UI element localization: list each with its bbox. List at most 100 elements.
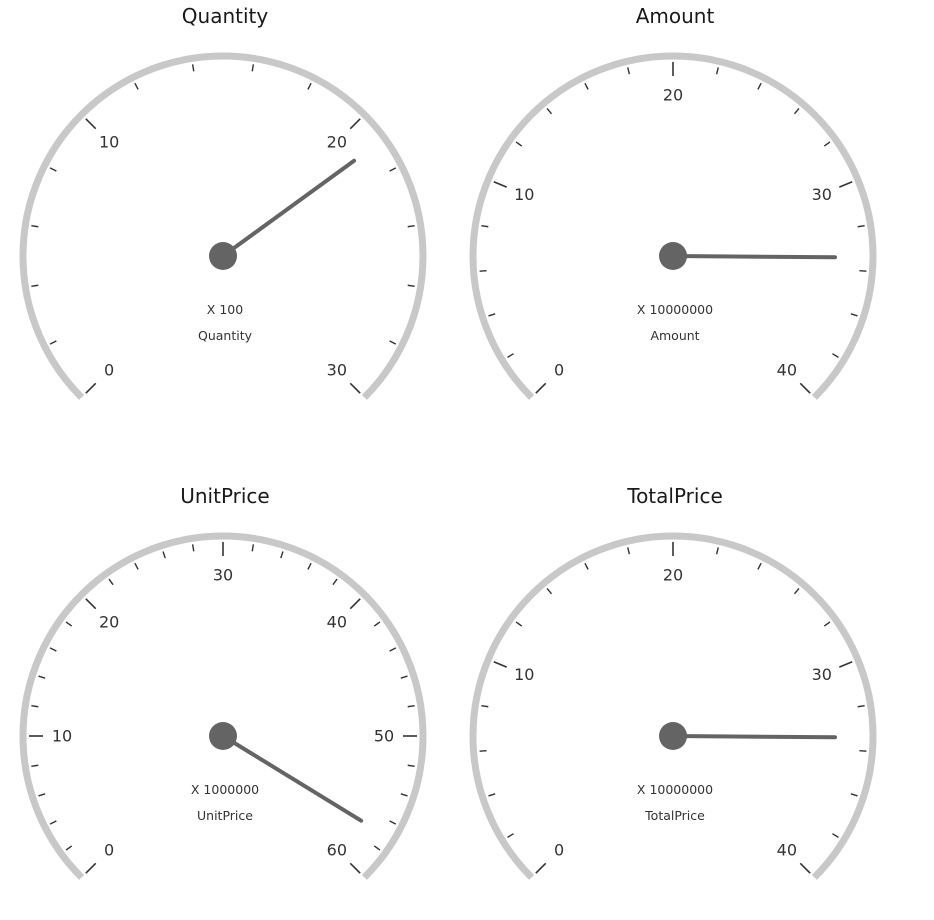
minor-tick (546, 108, 553, 115)
tick-label: 40 (777, 360, 797, 379)
tick-label: 30 (812, 185, 832, 204)
minor-tick (307, 82, 312, 90)
minor-tick (407, 284, 415, 288)
gauge-label: UnitPrice (197, 808, 253, 823)
gauge-quantity: Quantity 0 10 20 30 X 100 Quantity (0, 0, 450, 440)
major-tick (349, 382, 361, 394)
minor-tick (715, 547, 719, 555)
tick-label: 0 (104, 840, 114, 859)
gauge-dial: 0 10 20 30 40 (469, 532, 877, 880)
minor-tick (515, 141, 523, 147)
minor-tick (389, 167, 397, 172)
minor-tick (859, 269, 867, 272)
minor-tick (49, 167, 57, 172)
needle-hub (209, 722, 237, 750)
major-tick (349, 598, 361, 610)
minor-tick (251, 64, 255, 72)
minor-tick (584, 562, 589, 570)
minor-tick (407, 764, 415, 768)
tick-label: 40 (777, 840, 797, 859)
major-tick (838, 661, 853, 668)
minor-tick (407, 224, 415, 228)
minor-tick (49, 647, 57, 652)
minor-tick (715, 67, 719, 75)
gauge-multiplier: X 1000000 (190, 782, 260, 797)
minor-tick (479, 269, 487, 272)
minor-tick (162, 551, 166, 559)
minor-tick (793, 588, 800, 595)
tick-label: 20 (663, 86, 683, 105)
major-tick (349, 118, 361, 130)
minor-tick (31, 284, 39, 288)
minor-tick (389, 647, 397, 652)
minor-tick (191, 64, 195, 72)
needle-hub (659, 242, 687, 270)
gauge-multiplier: X 100 (206, 302, 244, 317)
minor-tick (757, 82, 762, 90)
minor-tick (823, 621, 831, 627)
tick-label: 20 (99, 613, 119, 632)
major-tick (799, 382, 811, 394)
gauge-dial: 0 10 20 30 (19, 52, 427, 400)
minor-tick (859, 749, 867, 752)
minor-tick (373, 621, 381, 627)
minor-tick (38, 675, 46, 679)
minor-tick (407, 704, 415, 708)
gauge-multiplier: X 10000000 (636, 302, 714, 317)
minor-tick (832, 833, 839, 838)
minor-tick (857, 224, 865, 228)
gauge-rim (19, 52, 427, 400)
minor-tick (627, 547, 631, 555)
tick-label: 10 (99, 133, 119, 152)
minor-tick (481, 224, 489, 228)
gauge-needle (671, 254, 837, 260)
gauge-label: TotalPrice (645, 808, 705, 823)
major-tick (85, 862, 97, 874)
gauge-dial: 0 10 20 30 40 (469, 52, 877, 400)
gauge-dial: 0 10 20 30 40 50 60 (19, 532, 427, 880)
tick-label: 20 (327, 133, 347, 152)
gauge-multiplier: X 10000000 (636, 782, 714, 797)
minor-tick (832, 353, 839, 358)
gauge-rim (469, 52, 877, 400)
tick-label: 30 (327, 360, 347, 379)
minor-tick (757, 562, 762, 570)
minor-tick (584, 82, 589, 90)
tick-label: 0 (554, 360, 564, 379)
major-tick (493, 181, 508, 188)
minor-tick (627, 67, 631, 75)
minor-tick (108, 578, 114, 586)
major-tick (493, 661, 508, 668)
minor-tick (280, 551, 284, 559)
gauge-needle (671, 734, 837, 740)
gauge-unitprice: UnitPrice 0 10 20 30 40 50 60 X 1000000 UnitPr… (0, 480, 450, 920)
gauge-amount: Amount 0 10 20 30 40 X 10000000 Amount (450, 0, 900, 440)
minor-tick (134, 82, 139, 90)
minor-tick (332, 578, 338, 586)
gauge-rim (469, 532, 877, 880)
major-tick (85, 118, 97, 130)
minor-tick (65, 845, 73, 851)
minor-tick (857, 704, 865, 708)
tick-label: 10 (52, 727, 72, 746)
tick-label: 40 (327, 613, 347, 632)
major-tick (349, 862, 361, 874)
minor-tick (507, 833, 514, 838)
needle-hub (209, 242, 237, 270)
major-tick (535, 862, 547, 874)
minor-tick (191, 544, 195, 552)
minor-tick (31, 224, 39, 228)
minor-tick (31, 764, 39, 768)
minor-tick (307, 562, 312, 570)
gauge-label: Amount (650, 328, 700, 343)
tick-label: 30 (213, 566, 233, 585)
tick-label: 50 (374, 727, 394, 746)
minor-tick (515, 621, 523, 627)
minor-tick (481, 704, 489, 708)
tick-label: 30 (812, 665, 832, 684)
minor-tick (134, 562, 139, 570)
major-tick (85, 382, 97, 394)
minor-tick (546, 588, 553, 595)
tick-label: 20 (663, 566, 683, 585)
gauge-rim (19, 532, 427, 880)
